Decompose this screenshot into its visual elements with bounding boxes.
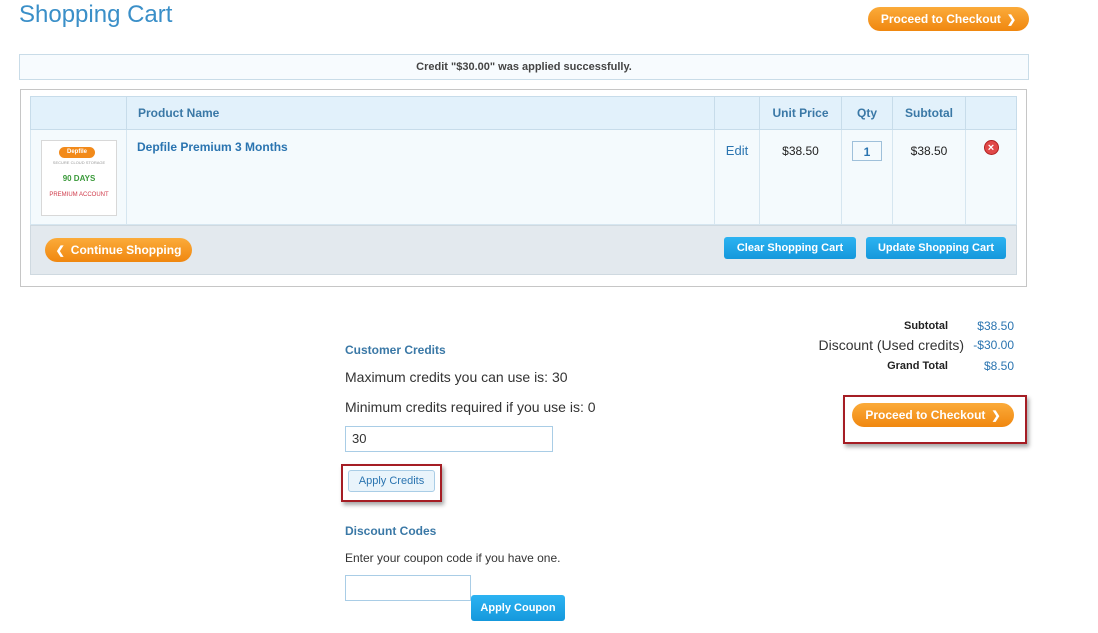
header-image xyxy=(30,96,127,130)
cart-header-row: Product Name Unit Price Qty Subtotal xyxy=(30,96,1017,130)
success-message: Credit "$30.00" was applied successfully… xyxy=(19,54,1029,80)
discount-label: Discount (Used credits) xyxy=(818,337,965,353)
grand-total-value: $8.50 xyxy=(983,359,1014,373)
cart-panel: Product Name Unit Price Qty Subtotal Dep… xyxy=(20,89,1027,287)
cell-unit-price: $38.50 xyxy=(759,129,842,225)
cell-remove: × xyxy=(965,129,1017,225)
apply-coupon-button[interactable]: Apply Coupon xyxy=(471,595,565,621)
unit-price: $38.50 xyxy=(782,144,819,158)
cell-edit: Edit xyxy=(714,129,760,225)
header-subtotal: Subtotal xyxy=(892,96,966,130)
min-credits-text: Minimum credits required if you use is: … xyxy=(345,399,596,415)
grand-total-label: Grand Total xyxy=(887,360,948,372)
qty-input[interactable]: 1 xyxy=(852,141,882,161)
proceed-to-checkout-bottom-label: Proceed to Checkout xyxy=(865,408,986,422)
continue-shopping-label: Continue Shopping xyxy=(70,243,182,257)
thumbnail-tagline: SECURE CLOUD STORAGE xyxy=(52,160,106,165)
header-remove xyxy=(965,96,1017,130)
page-title: Shopping Cart xyxy=(19,1,173,28)
chevron-right-icon: ❯ xyxy=(1006,14,1017,26)
credits-input[interactable]: 30 xyxy=(345,426,553,452)
row-subtotal: $38.50 xyxy=(910,144,948,158)
cart-table: Product Name Unit Price Qty Subtotal Dep… xyxy=(30,96,1017,225)
max-credits-text: Maximum credits you can use is: 30 xyxy=(345,369,568,385)
table-row: Depfile SECURE CLOUD STORAGE 90 DAYS PRE… xyxy=(30,129,1017,225)
subtotal-value: $38.50 xyxy=(977,319,1014,333)
continue-shopping-button[interactable]: ❮ Continue Shopping xyxy=(45,238,192,262)
cart-actions-bar: ❮ Continue Shopping Clear Shopping Cart U… xyxy=(30,225,1017,275)
cell-subtotal: $38.50 xyxy=(892,129,966,225)
customer-credits-heading: Customer Credits xyxy=(345,343,446,357)
subtotal-label: Subtotal xyxy=(904,320,948,332)
update-cart-button[interactable]: Update Shopping Cart xyxy=(866,237,1006,259)
cell-image: Depfile SECURE CLOUD STORAGE 90 DAYS PRE… xyxy=(30,129,127,225)
product-name-link[interactable]: Depfile Premium 3 Months xyxy=(137,140,714,154)
chevron-left-icon: ❮ xyxy=(55,245,65,257)
coupon-code-input[interactable] xyxy=(345,575,471,601)
header-edit xyxy=(714,96,760,130)
edit-link[interactable]: Edit xyxy=(715,143,759,158)
cell-product-name: Depfile Premium 3 Months xyxy=(126,129,715,225)
header-qty: Qty xyxy=(841,96,893,130)
depfile-logo: Depfile xyxy=(59,147,95,158)
coupon-hint-text: Enter your coupon code if you have one. xyxy=(345,551,561,565)
remove-icon[interactable]: × xyxy=(983,140,999,155)
discount-codes-heading: Discount Codes xyxy=(345,524,437,538)
clear-cart-button[interactable]: Clear Shopping Cart xyxy=(724,237,856,259)
proceed-to-checkout-bottom-button[interactable]: Proceed to Checkout ❯ xyxy=(852,403,1014,427)
apply-credits-button[interactable]: Apply Credits xyxy=(348,470,435,492)
header-product-name: Product Name xyxy=(126,96,715,130)
product-thumbnail[interactable]: Depfile SECURE CLOUD STORAGE 90 DAYS PRE… xyxy=(41,140,117,216)
thumbnail-premium: PREMIUM ACCOUNT xyxy=(49,192,109,198)
cell-qty: 1 xyxy=(841,129,893,225)
header-unit-price: Unit Price xyxy=(759,96,842,130)
proceed-to-checkout-top-button[interactable]: Proceed to Checkout ❯ xyxy=(868,7,1029,31)
thumbnail-days: 90 DAYS xyxy=(62,174,96,183)
proceed-to-checkout-label: Proceed to Checkout xyxy=(880,12,1001,26)
discount-value: -$30.00 xyxy=(973,338,1014,352)
chevron-right-icon: ❯ xyxy=(991,410,1001,422)
